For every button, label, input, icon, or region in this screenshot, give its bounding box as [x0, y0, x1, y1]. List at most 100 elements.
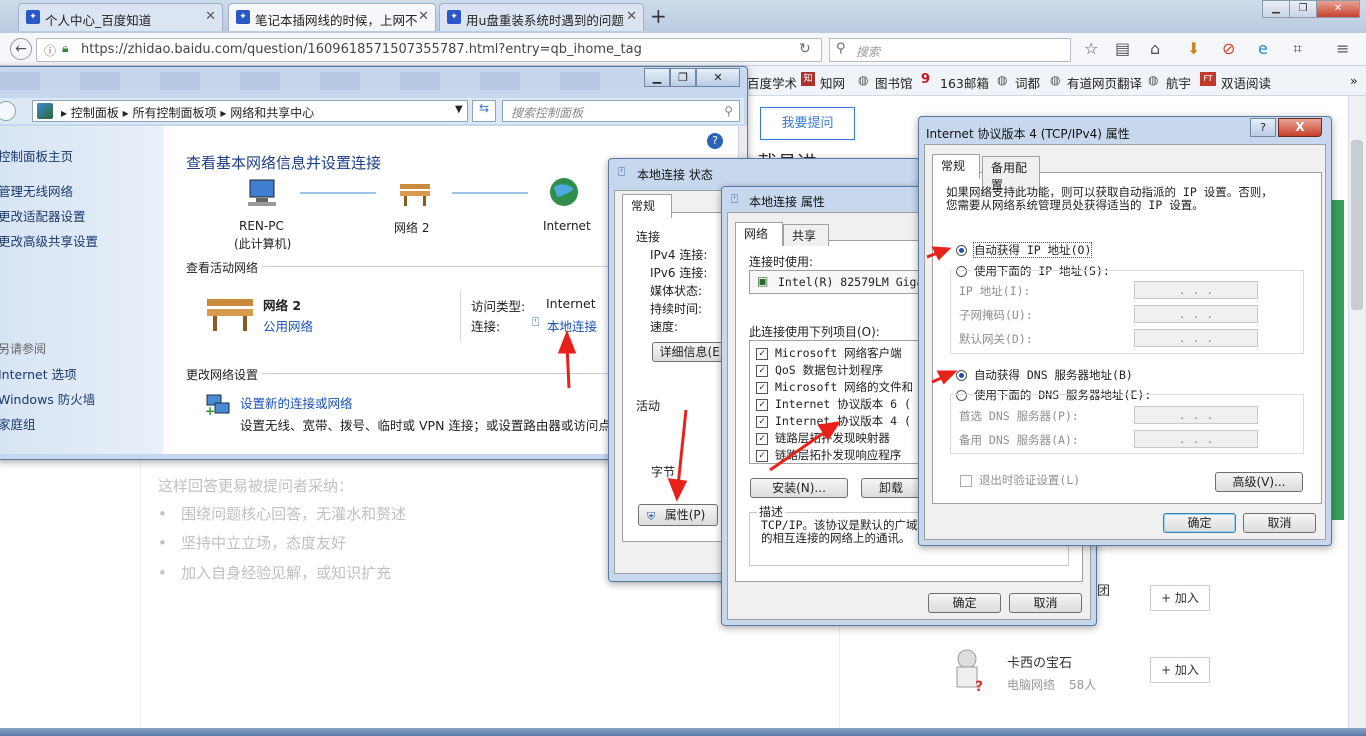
- ipv4-dialog-title: Internet 协议版本 4 (TCP/IPv4) 属性: [926, 127, 1130, 141]
- auto-ip-radio[interactable]: 自动获得 IP 地址(O): [956, 242, 1093, 258]
- properties-dialog-title: 本地连接 属性: [749, 195, 825, 209]
- browser-tab-1[interactable]: ✦ 个人中心_百度知道 ✕: [18, 3, 223, 31]
- tab-sharing[interactable]: 共享: [783, 224, 829, 246]
- list-item[interactable]: ✓ QoS 数据包计划程序: [756, 362, 883, 378]
- sidebar-item-wireless[interactable]: 管理无线网络: [0, 181, 73, 200]
- control-panel-icon: [37, 103, 53, 119]
- bookmark-item[interactable]: 百度学术: [747, 73, 797, 92]
- tab-general[interactable]: 常规: [622, 194, 672, 218]
- auto-dns-radio[interactable]: 自动获得 DNS 服务器地址(B): [956, 367, 1133, 383]
- join-button[interactable]: + 加入: [1150, 585, 1210, 611]
- close-tab-icon[interactable]: ✕: [418, 9, 429, 24]
- bookmark-item[interactable]: 词都: [1015, 73, 1040, 92]
- close-window-icon[interactable]: ✕: [1316, 0, 1360, 18]
- home-icon[interactable]: ⌂: [1150, 39, 1160, 58]
- download-icon[interactable]: ⬇: [1187, 39, 1200, 58]
- globe-icon: ◍: [858, 73, 869, 87]
- refresh-icon[interactable]: ⇆: [472, 100, 496, 122]
- svg-text:?: ?: [975, 679, 983, 693]
- search-input[interactable]: 搜索: [829, 38, 1071, 62]
- details-button[interactable]: 详细信息(E): [652, 342, 732, 362]
- sidebar-item-home[interactable]: 控制面板主页: [0, 146, 73, 165]
- list-item[interactable]: ✓ Microsoft 网络客户端: [756, 345, 902, 361]
- ask-question-button[interactable]: 我要提问: [760, 107, 855, 140]
- crop-icon[interactable]: ⌗: [1293, 39, 1302, 59]
- close-icon[interactable]: X: [1278, 118, 1322, 137]
- chevron-down-icon[interactable]: ▼: [455, 104, 463, 115]
- access-type-value: Internet: [546, 296, 596, 311]
- ip-address-input[interactable]: . . .: [1134, 281, 1258, 299]
- ok-button[interactable]: 确定: [928, 593, 1001, 613]
- list-item[interactable]: ✓ Microsoft 网络的文件和: [756, 379, 913, 395]
- preferred-dns-input[interactable]: . . .: [1134, 406, 1258, 424]
- tab-general[interactable]: 常规: [932, 154, 980, 178]
- sidebar-item-sharing[interactable]: 更改高级共享设置: [0, 231, 98, 250]
- browser-tab-3[interactable]: ✦ 用u盘重装系统时遇到的问题 ✕: [439, 3, 644, 31]
- ok-button[interactable]: 确定: [1163, 513, 1236, 533]
- scrollbar-thumb[interactable]: [1351, 140, 1363, 310]
- uninstall-button[interactable]: 卸载: [861, 478, 921, 498]
- subnet-mask-input[interactable]: . . .: [1134, 305, 1258, 323]
- bookmark-item[interactable]: 有道网页翻译: [1067, 73, 1142, 92]
- connection-label: 连接:: [471, 319, 501, 334]
- cancel-button[interactable]: 取消: [1009, 593, 1082, 613]
- bookmarks-overflow-icon[interactable]: »: [1350, 73, 1358, 88]
- gateway-input[interactable]: . . .: [1134, 329, 1258, 347]
- bookmark-item[interactable]: 航宇: [1166, 73, 1191, 92]
- list-item[interactable]: ✓ 链路层拓扑发现映射器: [756, 430, 890, 446]
- sidebar-item-firewall[interactable]: Windows 防火墙: [0, 389, 95, 408]
- cp-search-input[interactable]: 搜索控制面板 ⚲: [502, 100, 740, 122]
- reading-list-icon[interactable]: ▤: [1115, 39, 1130, 58]
- maximize-icon[interactable]: ❐: [1289, 0, 1317, 18]
- alternate-dns-input[interactable]: . . .: [1134, 430, 1258, 448]
- svg-text:+: +: [205, 404, 215, 415]
- back-icon[interactable]: ←: [10, 38, 32, 60]
- adblock-icon[interactable]: ⊘: [1222, 39, 1235, 58]
- minimize-icon[interactable]: ▁: [644, 68, 670, 87]
- user-name[interactable]: 卡西の宝石: [1007, 652, 1072, 671]
- info-icon[interactable]: ⓘ: [44, 42, 56, 59]
- install-button[interactable]: 安装(N)...: [750, 478, 848, 498]
- tab-network[interactable]: 网络: [735, 222, 783, 246]
- bookmark-item[interactable]: 双语阅读: [1221, 73, 1271, 92]
- help-icon[interactable]: ?: [707, 133, 723, 149]
- menu-icon[interactable]: ≡: [1336, 39, 1349, 58]
- minimize-icon[interactable]: ▁: [1262, 0, 1290, 18]
- sidebar-item-homegroup[interactable]: 家庭组: [0, 414, 36, 433]
- network-type-link[interactable]: 公用网络: [263, 316, 313, 335]
- new-connection-link[interactable]: 设置新的连接或网络: [240, 393, 353, 412]
- close-tab-icon[interactable]: ✕: [626, 9, 637, 24]
- local-connection-link[interactable]: 本地连接: [547, 316, 597, 335]
- list-item[interactable]: ✓ 链路层拓扑发现响应程序: [756, 447, 901, 463]
- browser-tab-2[interactable]: ✦ 笔记本插网线的时候，上网不 ✕: [228, 3, 436, 31]
- ie-tab-icon[interactable]: e: [1258, 39, 1268, 58]
- advanced-button[interactable]: 高级(V)...: [1215, 472, 1303, 492]
- help-icon[interactable]: ?: [1250, 118, 1276, 137]
- baidu-favicon-icon: ✦: [447, 10, 461, 24]
- baidu-favicon-icon: ✦: [236, 10, 250, 24]
- address-bar[interactable]: https://zhidao.baidu.com/question/160961…: [36, 38, 822, 62]
- bookmark-item[interactable]: 知网: [820, 73, 845, 92]
- baidu-favicon-icon: ✦: [26, 10, 40, 24]
- cp-breadcrumb[interactable]: ▸ 控制面板 ▸ 所有控制面板项 ▸ 网络和共享中心: [32, 100, 468, 122]
- validate-checkbox[interactable]: 退出时验证设置(L): [960, 472, 1080, 488]
- properties-button[interactable]: ⛨ 属性(P): [638, 504, 718, 526]
- bookmark-item[interactable]: 图书馆: [875, 73, 913, 92]
- list-item[interactable]: ✓ Internet 协议版本 4 (: [756, 413, 911, 429]
- side-green-banner: [1330, 200, 1344, 520]
- bookmark-star-icon[interactable]: ☆: [1084, 39, 1098, 58]
- close-tab-icon[interactable]: ✕: [205, 9, 216, 24]
- cancel-button[interactable]: 取消: [1243, 513, 1316, 533]
- search-icon: ⚲: [836, 41, 846, 56]
- tab-label: 个人中心_百度知道: [45, 13, 152, 28]
- maximize-icon[interactable]: ❐: [670, 68, 696, 87]
- new-tab-icon[interactable]: +: [650, 4, 667, 28]
- bookmark-item[interactable]: 163邮箱: [940, 73, 989, 92]
- status-row-label: IPv4 连接:: [650, 248, 708, 262]
- list-item[interactable]: ✓ Internet 协议版本 6 (: [756, 396, 911, 412]
- close-icon[interactable]: ✕: [696, 68, 740, 87]
- sidebar-item-adapter[interactable]: 更改适配器设置: [0, 206, 86, 225]
- join-button[interactable]: + 加入: [1150, 657, 1210, 683]
- sidebar-item-internet-options[interactable]: Internet 选项: [0, 364, 77, 383]
- reload-icon[interactable]: ↻: [799, 41, 811, 57]
